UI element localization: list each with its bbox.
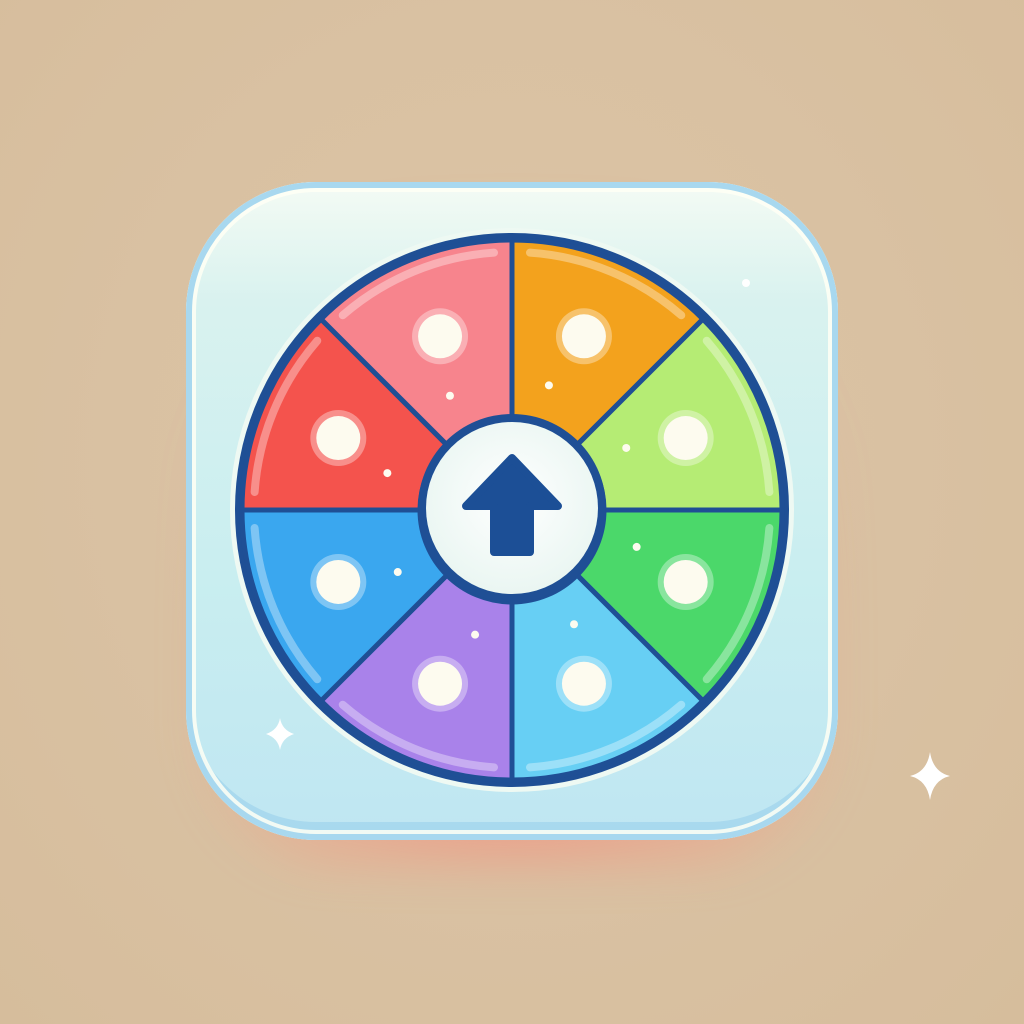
spin-wheel (230, 228, 950, 800)
segment-small-dot (632, 542, 641, 551)
segment-dot (663, 559, 708, 604)
app-icon-scene (0, 0, 1024, 1024)
segment-dot (316, 416, 361, 461)
segment-small-dot (471, 630, 480, 639)
segment-small-dot (570, 620, 579, 629)
sparkle-dot (742, 279, 750, 287)
segment-dot (561, 661, 606, 706)
segment-small-dot (544, 381, 553, 390)
segment-small-dot (383, 469, 392, 478)
segment-small-dot (393, 568, 402, 577)
segment-dot (418, 314, 463, 359)
segment-small-dot (622, 443, 631, 452)
segment-dot (663, 416, 708, 461)
sparkle-icon (910, 752, 950, 800)
segment-small-dot (445, 391, 454, 400)
segment-dot (418, 661, 463, 706)
segment-dot (316, 559, 361, 604)
sparkle-icon (266, 718, 294, 750)
segment-dot (561, 314, 606, 359)
